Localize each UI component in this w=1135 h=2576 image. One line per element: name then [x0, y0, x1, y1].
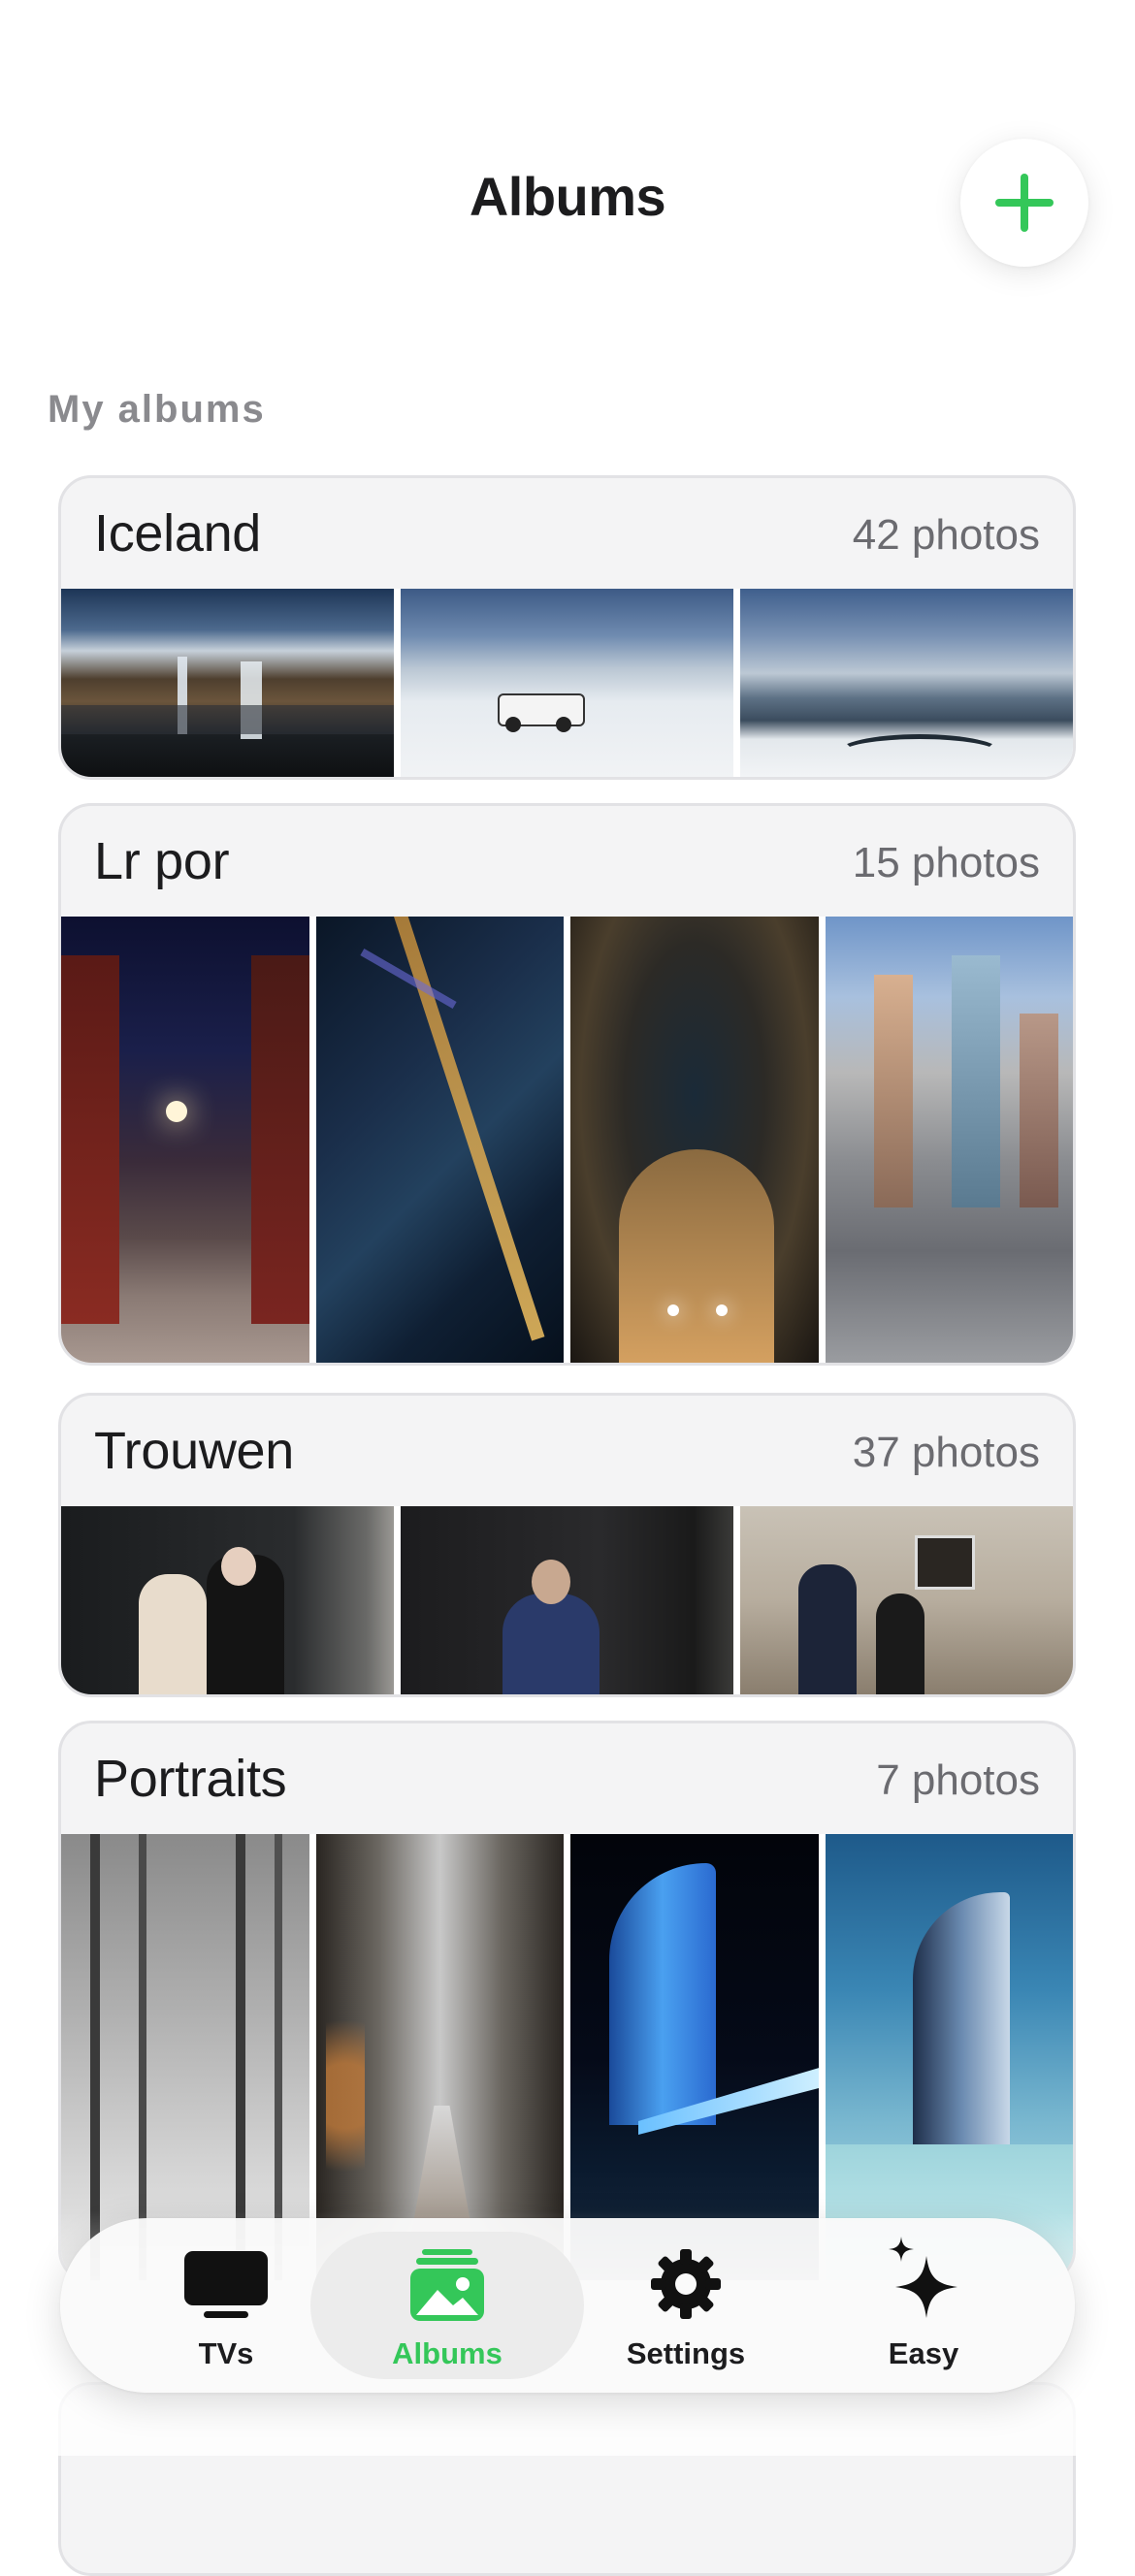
plus-icon	[995, 174, 1054, 232]
album-thumbnail-waterfall[interactable]	[61, 589, 394, 777]
tv-icon	[182, 2245, 270, 2323]
tab-label: Albums	[392, 2336, 503, 2370]
tab-easy[interactable]: Easy	[846, 2218, 1001, 2393]
album-thumbnails	[61, 589, 1073, 777]
album-thumbnail-brooklyn-street[interactable]	[61, 917, 309, 1363]
album-count: 37 photos	[852, 1429, 1040, 1476]
album-name: Lr por	[94, 832, 230, 890]
album-name: Iceland	[94, 504, 262, 563]
add-album-button[interactable]	[960, 139, 1088, 267]
album-thumbnail-man-phone[interactable]	[401, 1506, 733, 1694]
album-name: Portraits	[94, 1750, 287, 1808]
sparkles-icon	[880, 2237, 967, 2318]
header: Albums	[0, 0, 1135, 320]
tab-bar: TVs Albums Settings Easy	[60, 2218, 1075, 2393]
album-thumbnail-jeep[interactable]	[401, 589, 733, 777]
album-thumbnail-coast[interactable]	[740, 589, 1073, 777]
album-card-iceland[interactable]: Iceland 42 photos	[58, 475, 1076, 780]
album-thumbnails	[61, 917, 1073, 1363]
album-thumbnails	[61, 1506, 1073, 1694]
album-thumbnail-skyscrapers-up[interactable]	[570, 917, 819, 1363]
tab-label: TVs	[198, 2336, 254, 2370]
tab-settings[interactable]: Settings	[603, 2218, 768, 2393]
tab-label: Easy	[888, 2336, 959, 2370]
album-thumbnail-wedding-couple[interactable]	[61, 1506, 394, 1694]
album-header: Lr por 15 photos	[61, 806, 1073, 917]
gear-icon	[642, 2245, 730, 2323]
tab-albums[interactable]: Albums	[369, 2218, 526, 2393]
album-count: 7 photos	[876, 1756, 1040, 1804]
album-header: Portraits 7 photos	[61, 1723, 1073, 1834]
album-name: Trouwen	[94, 1422, 294, 1480]
album-card-trouwen[interactable]: Trouwen 37 photos	[58, 1393, 1076, 1697]
photo-stack-icon	[404, 2245, 491, 2323]
album-thumbnail-couple-singing[interactable]	[740, 1506, 1073, 1694]
album-count: 15 photos	[852, 839, 1040, 886]
album-header: Trouwen 37 photos	[61, 1396, 1073, 1506]
album-thumbnail-times-square[interactable]	[825, 917, 1073, 1363]
tab-tvs[interactable]: TVs	[147, 2218, 305, 2393]
album-card-portraits[interactable]: Portraits 7 photos	[58, 1721, 1076, 2283]
album-thumbnail-aerial-night[interactable]	[315, 917, 564, 1363]
album-header: Iceland 42 photos	[61, 478, 1073, 589]
album-card-lr-por[interactable]: Lr por 15 photos	[58, 803, 1076, 1366]
tab-label: Settings	[626, 2336, 746, 2370]
album-count: 42 photos	[852, 511, 1040, 559]
section-label: My albums	[48, 388, 266, 431]
